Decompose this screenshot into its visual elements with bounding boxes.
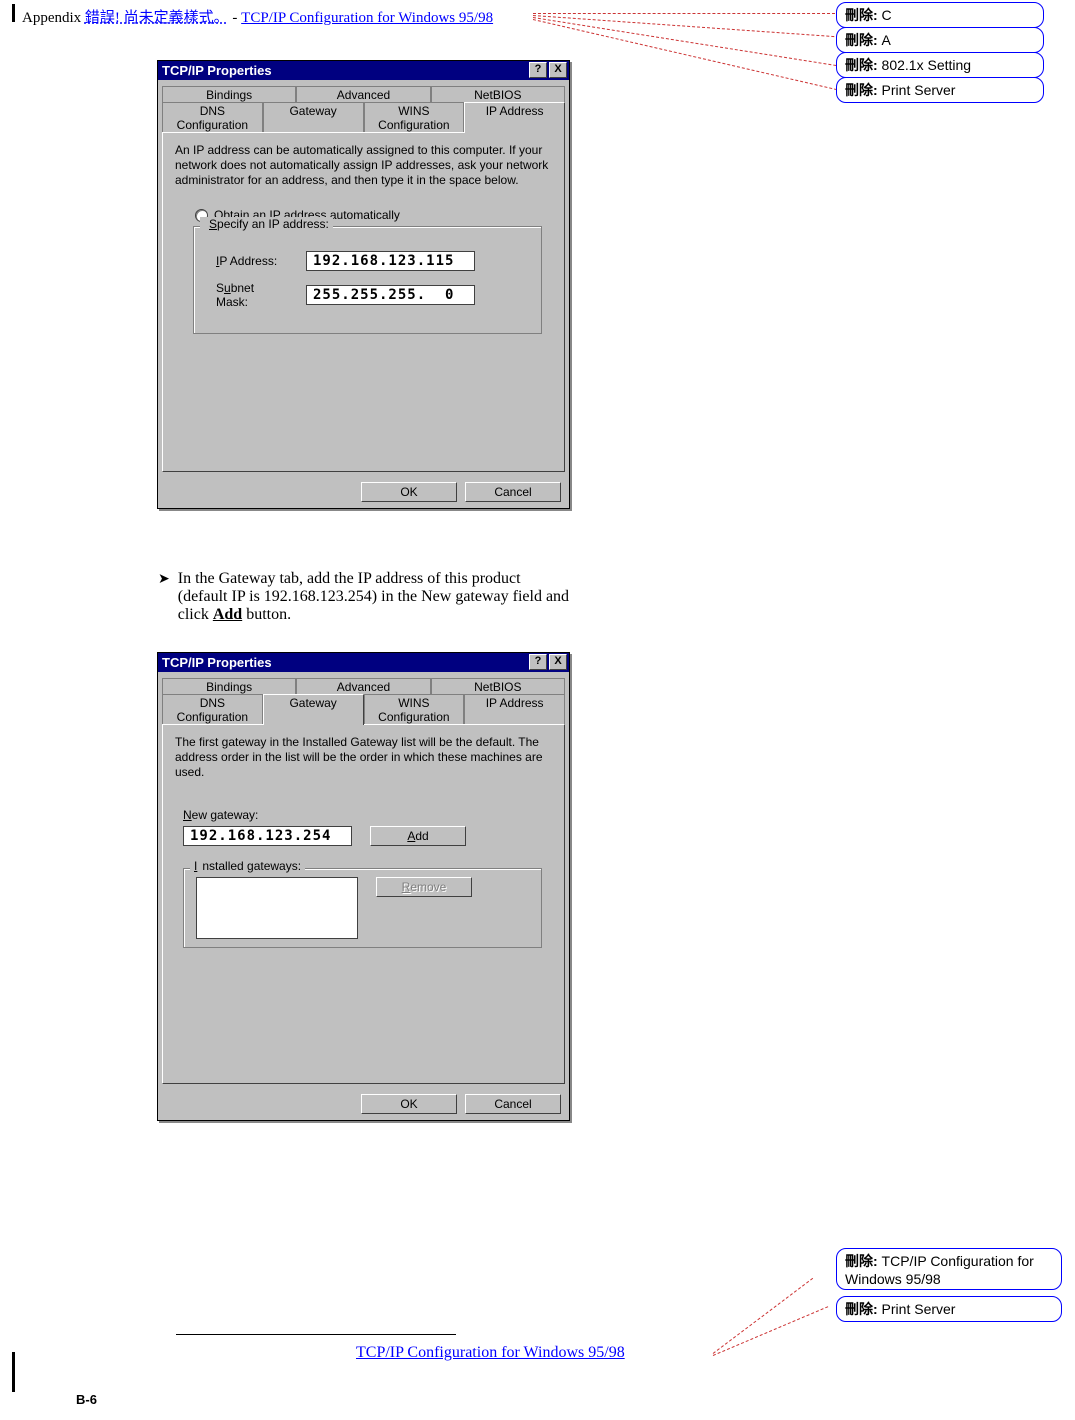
tab-gateway[interactable]: Gateway [263, 102, 364, 133]
close-button[interactable]: X [549, 654, 567, 670]
inst-line3-prefix: click [178, 606, 213, 623]
subnet-mask-input[interactable]: 255.255.255. 0 [306, 285, 475, 305]
add-button[interactable]: Add [370, 826, 466, 846]
installed-gateways-label: Installed gateways: [190, 859, 305, 873]
tab-advanced[interactable]: Advanced [296, 86, 430, 103]
page-header: Appendix 錯誤! 尚未定義樣式。 - TCP/IP Configurat… [22, 6, 493, 27]
ok-button[interactable]: OK [361, 482, 457, 502]
specify-ip-radio[interactable]: Specify an IP address: [200, 217, 333, 231]
tab-netbios[interactable]: NetBIOS [431, 86, 565, 103]
inst-line3-suffix: button. [242, 606, 291, 623]
tab-ip-address[interactable]: IP Address [464, 694, 565, 725]
bullet-icon [158, 570, 178, 624]
instruction-text: In the Gateway tab, add the IP address o… [158, 570, 698, 624]
close-button[interactable]: X [549, 62, 567, 78]
remove-button: Remove [376, 877, 472, 897]
footer-rule [176, 1334, 456, 1335]
installed-gateways-list[interactable] [196, 877, 358, 939]
help-button[interactable]: ? [529, 654, 547, 670]
inst-line3-bold: Add [213, 606, 242, 623]
tab-advanced[interactable]: Advanced [296, 678, 430, 695]
revision-callout: 刪除: C [836, 2, 1044, 28]
connector-line [713, 1306, 828, 1356]
subnet-mask-label: Subnet Mask: [216, 281, 288, 309]
tab-wins-configuration[interactable]: WINS Configuration [364, 102, 465, 133]
tcpip-properties-dialog-ipaddress: TCP/IP Properties ? X BindingsAdvancedNe… [157, 60, 570, 509]
dialog-title: TCP/IP Properties [162, 655, 272, 670]
connector-line [533, 13, 835, 14]
specify-ip-label: pecify an IP address: [217, 217, 329, 231]
tab-bindings[interactable]: Bindings [162, 678, 296, 695]
connector-line [533, 17, 841, 67]
tab-dns-configuration[interactable]: DNS Configuration [162, 102, 263, 133]
help-button[interactable]: ? [529, 62, 547, 78]
gateway-description: The first gateway in the Installed Gatew… [175, 735, 552, 780]
ip-address-label: IP Address: [216, 254, 288, 268]
ip-description: An IP address can be automatically assig… [175, 143, 552, 188]
inst-line2: (default IP is 192.168.123.254) in the N… [178, 588, 569, 605]
footer-link[interactable]: TCP/IP Configuration for Windows 95/98 [356, 1344, 625, 1362]
connector-line [713, 1278, 813, 1354]
tcpip-properties-dialog-gateway: TCP/IP Properties ? X BindingsAdvancedNe… [157, 652, 570, 1121]
new-gateway-input[interactable]: 192.168.123.254 [183, 826, 352, 846]
revision-callout: 刪除: Print Server [836, 1296, 1062, 1322]
revision-callout: 刪除: TCP/IP Configuration for Windows 95/… [836, 1248, 1062, 1290]
header-sep: - [229, 10, 242, 26]
tab-netbios[interactable]: NetBIOS [431, 678, 565, 695]
revision-callout: 刪除: 802.1x Setting [836, 52, 1044, 78]
dialog-title: TCP/IP Properties [162, 63, 272, 78]
page-number: B-6 [76, 1392, 97, 1407]
connector-line [533, 19, 847, 92]
cancel-button[interactable]: Cancel [465, 1094, 561, 1114]
inst-line1: In the Gateway tab, add the IP address o… [178, 570, 521, 587]
revision-callout: 刪除: A [836, 27, 1044, 53]
dialog-titlebar[interactable]: TCP/IP Properties ? X [158, 653, 569, 672]
tab-ip-address[interactable]: IP Address [464, 102, 565, 133]
appendix-label: Appendix [22, 10, 85, 26]
cancel-button[interactable]: Cancel [465, 482, 561, 502]
connector-line [533, 15, 834, 37]
tab-dns-configuration[interactable]: DNS Configuration [162, 694, 263, 725]
ip-address-input[interactable]: 192.168.123.115 [306, 251, 475, 271]
revision-callout: 刪除: Print Server [836, 77, 1044, 103]
tab-bindings[interactable]: Bindings [162, 86, 296, 103]
style-error-text: 錯誤! 尚未定義樣式。 [85, 10, 229, 26]
tab-gateway[interactable]: Gateway [263, 694, 364, 725]
dialog-titlebar[interactable]: TCP/IP Properties ? X [158, 61, 569, 80]
ok-button[interactable]: OK [361, 1094, 457, 1114]
header-link[interactable]: TCP/IP Configuration for Windows 95/98 [241, 10, 493, 26]
new-gateway-label: New gateway: [183, 808, 552, 822]
tab-wins-configuration[interactable]: WINS Configuration [364, 694, 465, 725]
